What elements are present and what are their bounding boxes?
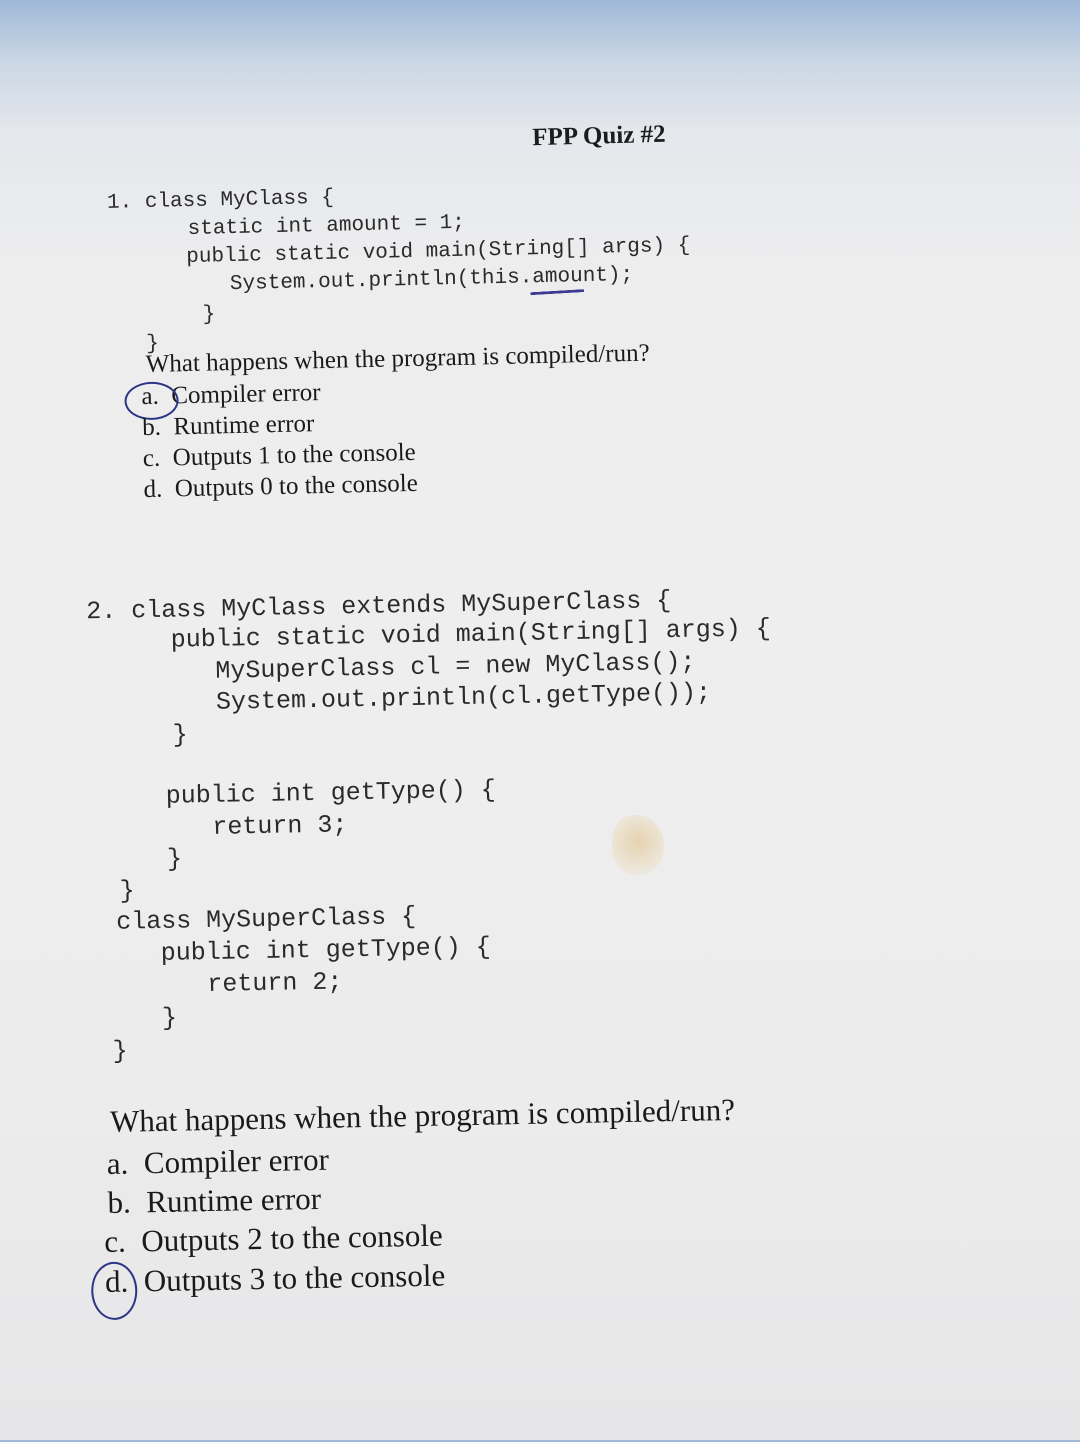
q2-code-line-14: } bbox=[112, 1036, 128, 1066]
q2-option-c-text: Outputs 2 to the console bbox=[140, 1217, 443, 1259]
question-2: 2. class MyClass extends MySuperClass { … bbox=[0, 0, 1080, 1442]
q2-code-line-8: } bbox=[166, 844, 183, 874]
q2-option-d-text: Outputs 3 to the console bbox=[143, 1257, 446, 1299]
q2-option-a-letter: a. bbox=[106, 1145, 129, 1181]
q2-code-line-5: } bbox=[172, 720, 188, 750]
q2-code-line-10: class MySuperClass { bbox=[115, 901, 417, 937]
q2-option-c-letter: c. bbox=[103, 1223, 127, 1260]
q2-option-a-text: Compiler error bbox=[143, 1141, 330, 1181]
q2-code-line-12: return 2; bbox=[207, 967, 343, 1000]
q2-option-b: b. Runtime error bbox=[107, 1181, 321, 1221]
q2-code-line-7: return 3; bbox=[212, 810, 348, 842]
q2-option-c: c. Outputs 2 to the console bbox=[104, 1218, 443, 1260]
q2-option-d: d. Outputs 3 to the console bbox=[105, 1258, 446, 1301]
q2-code-line-9: } bbox=[119, 876, 135, 906]
q2-answer-circle bbox=[90, 1261, 138, 1321]
q2-code-line-13: } bbox=[161, 1003, 178, 1033]
quiz-page: FPP Quiz #2 1. class MyClass { static in… bbox=[0, 0, 1080, 1440]
q2-code-line-11: public int getType() { bbox=[160, 932, 492, 968]
q2-option-b-letter: b. bbox=[107, 1184, 132, 1220]
q2-code-line-6: public int getType() { bbox=[165, 775, 497, 811]
q2-option-a: a. Compiler error bbox=[106, 1142, 329, 1182]
q2-prompt: What happens when the program is compile… bbox=[109, 1091, 736, 1139]
q2-option-b-text: Runtime error bbox=[145, 1180, 322, 1220]
